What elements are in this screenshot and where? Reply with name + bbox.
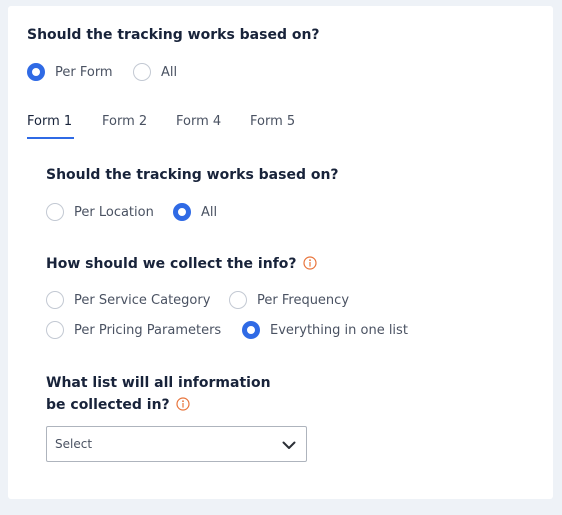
list-select[interactable]: Select xyxy=(46,426,307,462)
radio-everything-in-one-list-circle[interactable] xyxy=(242,321,260,339)
radio-per-form-circle[interactable] xyxy=(27,63,45,81)
radio-per-service-category-label: Per Service Category xyxy=(74,292,211,308)
radio-all[interactable]: All xyxy=(133,63,177,81)
radio-everything-in-one-list[interactable]: Everything in one list xyxy=(242,321,408,339)
chevron-down-icon xyxy=(282,435,296,454)
form-tracking-question: Should the tracking works based on? xyxy=(46,167,339,183)
active-tab-indicator xyxy=(27,137,74,139)
radio-per-frequency-circle[interactable] xyxy=(229,291,247,309)
radio-per-frequency-label: Per Frequency xyxy=(257,292,350,308)
radio-per-form-label: Per Form xyxy=(55,64,113,80)
tab-form-2[interactable]: Form 2 xyxy=(102,114,147,129)
radio-form-all-circle[interactable] xyxy=(173,203,191,221)
collection-question: How should we collect the info? xyxy=(46,256,297,272)
radio-form-all-label: All xyxy=(201,204,218,220)
radio-per-location-label: Per Location xyxy=(74,204,154,220)
radio-all-label: All xyxy=(161,64,178,80)
collection-question-row: How should we collect the info? xyxy=(46,253,317,275)
info-circle-icon[interactable] xyxy=(176,396,190,411)
radio-per-frequency[interactable]: Per Frequency xyxy=(229,291,349,309)
list-select-value: Select xyxy=(55,437,93,451)
radio-per-pricing-parameters[interactable]: Per Pricing Parameters xyxy=(46,321,221,339)
info-circle-icon[interactable] xyxy=(302,255,317,270)
radio-per-service-category-circle[interactable] xyxy=(46,291,64,309)
list-question: What list will all information be collec… xyxy=(46,375,271,413)
radio-per-service-category[interactable]: Per Service Category xyxy=(46,291,210,309)
radio-per-pricing-parameters-label: Per Pricing Parameters xyxy=(74,322,222,338)
settings-card: Should the tracking works based on? Per … xyxy=(8,6,553,499)
radio-per-location[interactable]: Per Location xyxy=(46,203,154,221)
tab-form-4[interactable]: Form 4 xyxy=(176,114,221,129)
radio-form-all[interactable]: All xyxy=(173,203,217,221)
radio-per-pricing-parameters-circle[interactable] xyxy=(46,321,64,339)
tracking-basis-question: Should the tracking works based on? xyxy=(27,27,320,43)
list-question-block: What list will all information be collec… xyxy=(46,372,282,416)
radio-everything-in-one-list-label: Everything in one list xyxy=(270,322,408,338)
tab-form-5[interactable]: Form 5 xyxy=(250,114,295,129)
radio-all-circle[interactable] xyxy=(133,63,151,81)
radio-per-form[interactable]: Per Form xyxy=(27,63,113,81)
tab-form-1[interactable]: Form 1 xyxy=(27,114,72,129)
radio-per-location-circle[interactable] xyxy=(46,203,64,221)
